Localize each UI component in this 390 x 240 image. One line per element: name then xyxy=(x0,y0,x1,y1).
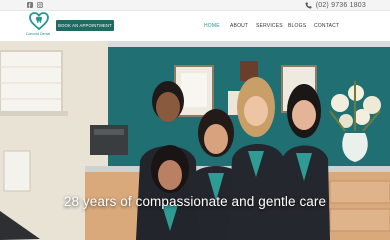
phone-number[interactable]: (02) 9736 1803 xyxy=(305,1,366,10)
nav-home[interactable]: HOME xyxy=(204,23,220,29)
hero-team-photo xyxy=(0,41,390,240)
hero-caption: 28 years of compassionate and gentle car… xyxy=(63,194,327,209)
hero-banner: 28 years of compassionate and gentle car… xyxy=(0,41,390,240)
nav-blogs[interactable]: BLOGS xyxy=(288,23,306,29)
nav-about[interactable]: ABOUT xyxy=(230,23,248,29)
main-nav: HOME ABOUT SERVICES BLOGS CONTACT xyxy=(0,23,390,30)
nav-services[interactable]: SERVICES xyxy=(256,23,283,29)
nav-contact[interactable]: CONTACT xyxy=(314,23,339,29)
logo-text: Concord Dental xyxy=(25,32,51,36)
phone-icon xyxy=(305,2,312,9)
site-header: Concord Dental BOOK AN APPOINTMENT HOME … xyxy=(0,11,390,41)
facebook-icon[interactable] xyxy=(27,2,33,8)
top-utility-bar: (02) 9736 1803 xyxy=(0,0,390,11)
phone-text: (02) 9736 1803 xyxy=(315,2,366,9)
instagram-icon[interactable] xyxy=(37,2,43,8)
